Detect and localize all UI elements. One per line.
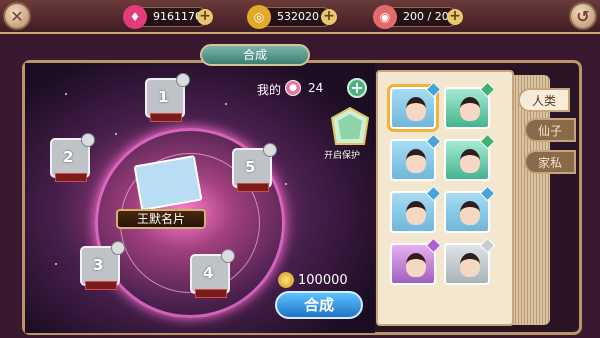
compose-button[interactable]: 合成 — [275, 291, 363, 319]
bag-icon: ● — [285, 80, 301, 96]
close-button[interactable]: ✕ — [3, 2, 31, 30]
character-portrait — [460, 97, 480, 121]
target-card-name: 王默名片 — [116, 209, 206, 229]
back-arrow-icon: ↺ — [576, 6, 590, 26]
card-tile[interactable] — [444, 237, 496, 285]
card-tile[interactable] — [390, 185, 442, 233]
gem-counter: ♦ 9161170 + — [123, 5, 213, 29]
back-button[interactable]: ↺ — [569, 2, 597, 30]
card-tile[interactable] — [387, 81, 442, 132]
material-slot-4[interactable]: 4 — [190, 249, 235, 298]
coin-icon: ◎ — [247, 5, 271, 29]
close-icon: ✕ — [10, 6, 24, 26]
compose-cost: 100000 — [298, 273, 348, 288]
material-slot-5[interactable]: 5 — [232, 143, 277, 192]
character-portrait — [460, 201, 480, 225]
book-pages — [510, 75, 550, 325]
tab-furniture[interactable]: 家私 — [524, 150, 576, 174]
protect-toggle[interactable] — [328, 106, 372, 150]
owned-count: 24 — [308, 81, 324, 95]
add-material-button[interactable]: + — [347, 78, 367, 98]
tab-fairy[interactable]: 仙子 — [524, 118, 576, 142]
add-gem-button[interactable]: + — [197, 9, 213, 25]
coin-icon — [278, 272, 294, 288]
card-tile[interactable] — [444, 81, 496, 129]
character-portrait — [406, 97, 426, 121]
character-portrait — [406, 253, 426, 277]
gem-icon: ♦ — [123, 5, 147, 29]
card-tile[interactable] — [390, 237, 442, 285]
character-portrait — [460, 253, 480, 277]
add-gold-button[interactable]: + — [321, 9, 337, 25]
character-portrait — [406, 201, 426, 225]
donut-icon: ◉ — [373, 5, 397, 29]
stamina-counter: ◉ 200 / 200 + — [373, 5, 463, 29]
material-slot-3[interactable]: 3 — [80, 241, 125, 290]
card-tile[interactable] — [444, 133, 496, 181]
gold-counter: ◎ 532020 + — [247, 5, 337, 29]
add-stamina-button[interactable]: + — [447, 9, 463, 25]
tab-human[interactable]: 人类 — [518, 88, 570, 112]
character-portrait — [406, 149, 426, 173]
material-slot-2[interactable]: 2 — [50, 133, 95, 182]
card-tile[interactable] — [444, 185, 496, 233]
page-title: 合成 — [200, 44, 310, 66]
protect-label: 开启保护 — [324, 151, 361, 161]
material-slot-1[interactable]: 1 — [145, 73, 190, 122]
card-tile[interactable] — [390, 133, 442, 181]
character-portrait — [460, 149, 480, 173]
owned-label: 我的 — [257, 83, 282, 97]
